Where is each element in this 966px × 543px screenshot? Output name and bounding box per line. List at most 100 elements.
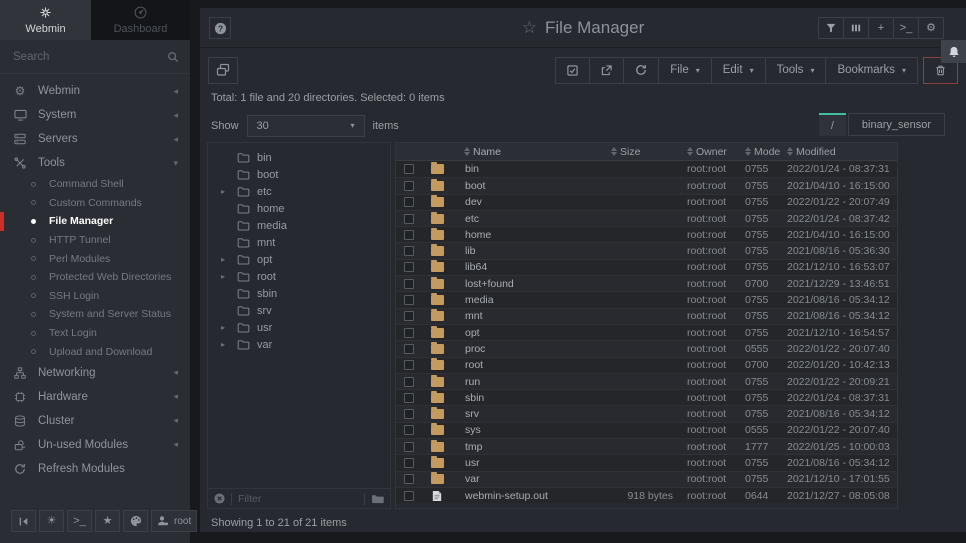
tree-item-usr[interactable]: ▸usr [208,319,390,336]
sort-column-name[interactable]: Name [452,146,611,158]
row-checkbox[interactable] [404,246,414,256]
sidebar-subitem-upload-and-download[interactable]: Upload and Download [0,342,190,361]
row-checkbox[interactable] [404,181,414,191]
file-name[interactable]: lib64 [452,261,611,273]
tree-filter-input[interactable] [238,493,358,505]
row-checkbox[interactable] [404,442,414,452]
tree-item-boot[interactable]: boot [208,166,390,183]
file-name[interactable]: root [452,359,611,371]
sidebar-item-cluster[interactable]: Cluster◂ [0,409,190,433]
file-name[interactable]: srv [452,408,611,420]
file-name[interactable]: run [452,376,611,388]
row-checkbox[interactable] [404,164,414,174]
row-checkbox[interactable] [404,262,414,272]
row-checkbox[interactable] [404,295,414,305]
tree-item-home[interactable]: home [208,200,390,217]
sort-column-modified[interactable]: Modified [781,146,897,158]
sidebar-item-refresh-modules[interactable]: Refresh Modules [0,457,190,481]
file-name[interactable]: etc [452,213,611,225]
brightness-toggle-button[interactable]: ☀ [39,510,64,532]
row-checkbox[interactable] [404,230,414,240]
sort-column-mode[interactable]: Mode [737,146,781,158]
sort-column-size[interactable]: Size [611,146,673,158]
favorites-button[interactable]: ★ [95,510,120,532]
row-checkbox[interactable] [404,425,414,435]
sidebar-subitem-command-shell[interactable]: Command Shell [0,175,190,194]
shell-shortcut-button[interactable]: >_ [67,510,92,532]
filter-button[interactable] [818,17,844,39]
sidebar-subitem-text-login[interactable]: Text Login [0,324,190,343]
file-name[interactable]: mnt [452,310,611,322]
tree-item-etc[interactable]: ▸etc [208,183,390,200]
items-per-page-select[interactable]: 30 ▾ [247,115,365,137]
expander-icon[interactable]: ▸ [221,272,230,281]
favorite-star-icon[interactable]: ☆ [522,18,537,38]
tools-menu-button[interactable]: Tools▾ [765,57,827,84]
help-button[interactable]: ? [209,17,231,39]
file-name[interactable]: webmin-setup.out [452,490,611,502]
sidebar-item-un-used-modules[interactable]: Un-used Modules◂ [0,433,190,457]
terminal-button[interactable]: >_ [893,17,919,39]
file-name[interactable]: boot [452,180,611,192]
row-checkbox[interactable] [404,279,414,289]
row-checkbox[interactable] [404,328,414,338]
tab-dashboard[interactable]: Dashboard [91,0,190,40]
row-checkbox[interactable] [404,458,414,468]
bookmarks-menu-button[interactable]: Bookmarks▾ [825,57,918,84]
row-checkbox[interactable] [404,491,414,501]
row-checkbox[interactable] [404,377,414,387]
row-checkbox[interactable] [404,393,414,403]
tree-item-root[interactable]: ▸root [208,268,390,285]
expander-icon[interactable]: ▸ [221,340,230,349]
copy-paste-buffer-button[interactable] [208,57,238,84]
file-name[interactable]: usr [452,457,611,469]
user-menu-button[interactable]: root [151,510,197,532]
columns-button[interactable] [843,17,869,39]
row-checkbox[interactable] [404,344,414,354]
collapse-sidebar-button[interactable] [11,510,36,532]
settings-button[interactable]: ⚙ [918,17,944,39]
file-name[interactable]: bin [452,163,611,175]
refresh-button[interactable] [623,57,659,84]
row-checkbox[interactable] [404,474,414,484]
sidebar-subitem-file-manager[interactable]: File Manager [0,212,190,231]
clear-filter-icon[interactable] [214,493,225,504]
file-name[interactable]: var [452,473,611,485]
sort-column-owner[interactable]: Owner [673,146,737,158]
sidebar-item-hardware[interactable]: Hardware◂ [0,385,190,409]
sidebar-subitem-protected-web-directories[interactable]: Protected Web Directories [0,268,190,287]
sidebar-item-servers[interactable]: Servers◂ [0,127,190,151]
sidebar-item-system[interactable]: System◂ [0,103,190,127]
tree-item-opt[interactable]: ▸opt [208,251,390,268]
sidebar-subitem-perl-modules[interactable]: Perl Modules [0,249,190,268]
sidebar-item-tools[interactable]: Tools▾ [0,151,190,175]
file-name[interactable]: lost+found [452,278,611,290]
sidebar-subitem-system-and-server-status[interactable]: System and Server Status [0,305,190,324]
folder-select-icon[interactable] [371,493,384,504]
add-button[interactable]: + [868,17,894,39]
file-name[interactable]: opt [452,327,611,339]
file-name[interactable]: sbin [452,392,611,404]
expander-icon[interactable]: ▸ [221,255,230,264]
row-checkbox[interactable] [404,214,414,224]
sidebar-subitem-custom-commands[interactable]: Custom Commands [0,194,190,213]
sidebar-item-webmin[interactable]: ⚙Webmin◂ [0,79,190,103]
tree-item-bin[interactable]: bin [208,149,390,166]
row-checkbox[interactable] [404,409,414,419]
file-name[interactable]: dev [452,196,611,208]
tree-item-media[interactable]: media [208,217,390,234]
breadcrumb-root[interactable]: / [819,113,846,136]
file-name[interactable]: media [452,294,611,306]
tree-item-var[interactable]: ▸var [208,336,390,353]
select-all-button[interactable] [555,57,590,84]
file-name[interactable]: lib [452,245,611,257]
sidebar-subitem-ssh-login[interactable]: SSH Login [0,287,190,306]
expander-icon[interactable]: ▸ [221,187,230,196]
file-name[interactable]: proc [452,343,611,355]
row-checkbox[interactable] [404,360,414,370]
edit-menu-button[interactable]: Edit▾ [711,57,766,84]
tab-webmin[interactable]: Webmin [0,0,91,40]
row-checkbox[interactable] [404,197,414,207]
theme-palette-button[interactable] [123,510,148,532]
row-checkbox[interactable] [404,311,414,321]
